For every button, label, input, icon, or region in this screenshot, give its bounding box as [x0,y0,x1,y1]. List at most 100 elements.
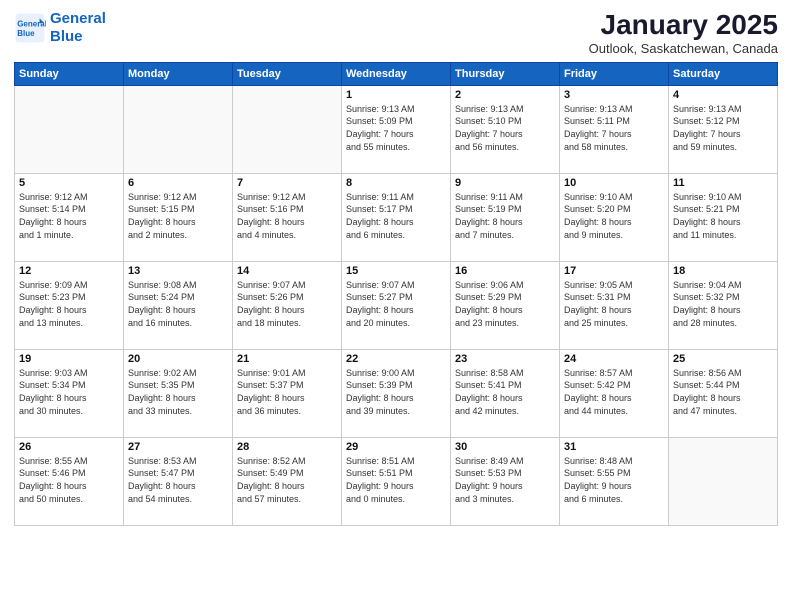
day-info: Sunrise: 8:57 AMSunset: 5:42 PMDaylight:… [564,367,664,417]
calendar-cell [124,85,233,173]
day-info: Sunrise: 9:10 AMSunset: 5:20 PMDaylight:… [564,191,664,241]
day-info: Sunrise: 9:10 AMSunset: 5:21 PMDaylight:… [673,191,773,241]
day-info: Sunrise: 9:03 AMSunset: 5:34 PMDaylight:… [19,367,119,417]
day-number: 26 [19,441,119,453]
day-number: 5 [19,177,119,189]
day-number: 21 [237,353,337,365]
svg-text:Blue: Blue [17,29,35,38]
title-block: January 2025 Outlook, Saskatchewan, Cana… [589,10,778,56]
calendar-cell: 25 Sunrise: 8:56 AMSunset: 5:44 PMDayligh… [669,349,778,437]
weekday-header-thursday: Thursday [451,62,560,85]
day-number: 20 [128,353,228,365]
calendar-cell [15,85,124,173]
calendar-cell: 13 Sunrise: 9:08 AMSunset: 5:24 PMDayligh… [124,261,233,349]
day-number: 11 [673,177,773,189]
day-info: Sunrise: 9:09 AMSunset: 5:23 PMDaylight:… [19,279,119,329]
day-number: 24 [564,353,664,365]
logo-text: General Blue [50,10,106,46]
day-info: Sunrise: 9:13 AMSunset: 5:09 PMDaylight:… [346,103,446,153]
month-title: January 2025 [589,10,778,41]
calendar-cell: 14Sunrise: 9:07 AMSunset: 5:26 PMDayligh… [233,261,342,349]
calendar-cell [233,85,342,173]
calendar-cell: 7 Sunrise: 9:12 AMSunset: 5:16 PMDaylight… [233,173,342,261]
calendar-cell: 10 Sunrise: 9:10 AMSunset: 5:20 PMDayligh… [560,173,669,261]
day-number: 17 [564,265,664,277]
week-row-4: 26 Sunrise: 8:55 AMSunset: 5:46 PMDayligh… [15,437,778,525]
day-info: Sunrise: 8:53 AMSunset: 5:47 PMDaylight:… [128,455,228,505]
day-info: Sunrise: 8:48 AMSunset: 5:55 PMDaylight:… [564,455,664,505]
weekday-header-wednesday: Wednesday [342,62,451,85]
day-info: Sunrise: 9:01 AMSunset: 5:37 PMDaylight:… [237,367,337,417]
day-info: Sunrise: 9:12 AMSunset: 5:15 PMDaylight:… [128,191,228,241]
day-info: Sunrise: 9:13 AMSunset: 5:10 PMDaylight:… [455,103,555,153]
calendar-cell: 8Sunrise: 9:11 AMSunset: 5:17 PMDaylight… [342,173,451,261]
day-info: Sunrise: 9:13 AMSunset: 5:11 PMDaylight:… [564,103,664,153]
calendar-cell: 18Sunrise: 9:04 AMSunset: 5:32 PMDayligh… [669,261,778,349]
calendar-cell: 21 Sunrise: 9:01 AMSunset: 5:37 PMDayligh… [233,349,342,437]
day-info: Sunrise: 9:08 AMSunset: 5:24 PMDaylight:… [128,279,228,329]
week-row-2: 12 Sunrise: 9:09 AMSunset: 5:23 PMDayligh… [15,261,778,349]
day-info: Sunrise: 9:07 AMSunset: 5:27 PMDaylight:… [346,279,446,329]
location-subtitle: Outlook, Saskatchewan, Canada [589,41,778,56]
calendar-cell: 19 Sunrise: 9:03 AMSunset: 5:34 PMDayligh… [15,349,124,437]
week-row-3: 19 Sunrise: 9:03 AMSunset: 5:34 PMDayligh… [15,349,778,437]
calendar-cell: 20 Sunrise: 9:02 AMSunset: 5:35 PMDayligh… [124,349,233,437]
day-number: 14 [237,265,337,277]
day-info: Sunrise: 9:11 AMSunset: 5:19 PMDaylight:… [455,191,555,241]
calendar-cell: 4Sunrise: 9:13 AMSunset: 5:12 PMDaylight… [669,85,778,173]
logo: General Blue General Blue [14,10,106,46]
day-info: Sunrise: 9:06 AMSunset: 5:29 PMDaylight:… [455,279,555,329]
day-number: 31 [564,441,664,453]
day-number: 12 [19,265,119,277]
day-number: 30 [455,441,555,453]
day-info: Sunrise: 8:55 AMSunset: 5:46 PMDaylight:… [19,455,119,505]
weekday-header-saturday: Saturday [669,62,778,85]
day-info: Sunrise: 8:56 AMSunset: 5:44 PMDaylight:… [673,367,773,417]
day-number: 4 [673,89,773,101]
day-number: 10 [564,177,664,189]
calendar-cell: 29Sunrise: 8:51 AMSunset: 5:51 PMDayligh… [342,437,451,525]
calendar-cell: 24 Sunrise: 8:57 AMSunset: 5:42 PMDayligh… [560,349,669,437]
calendar-cell: 23 Sunrise: 8:58 AMSunset: 5:41 PMDayligh… [451,349,560,437]
day-info: Sunrise: 9:12 AMSunset: 5:14 PMDaylight:… [19,191,119,241]
calendar-cell: 26 Sunrise: 8:55 AMSunset: 5:46 PMDayligh… [15,437,124,525]
day-number: 16 [455,265,555,277]
weekday-header-friday: Friday [560,62,669,85]
weekday-header-tuesday: Tuesday [233,62,342,85]
day-info: Sunrise: 8:58 AMSunset: 5:41 PMDaylight:… [455,367,555,417]
calendar-cell: 30 Sunrise: 8:49 AMSunset: 5:53 PMDayligh… [451,437,560,525]
weekday-header-row: SundayMondayTuesdayWednesdayThursdayFrid… [15,62,778,85]
calendar-cell [669,437,778,525]
calendar-cell: 1 Sunrise: 9:13 AMSunset: 5:09 PMDaylight… [342,85,451,173]
page: General Blue General Blue January 2025 O… [0,0,792,612]
calendar-cell: 5 Sunrise: 9:12 AMSunset: 5:14 PMDaylight… [15,173,124,261]
calendar-cell: 17 Sunrise: 9:05 AMSunset: 5:31 PMDayligh… [560,261,669,349]
logo-icon: General Blue [14,12,46,44]
day-number: 28 [237,441,337,453]
weekday-header-monday: Monday [124,62,233,85]
calendar: SundayMondayTuesdayWednesdayThursdayFrid… [14,62,778,526]
day-number: 23 [455,353,555,365]
day-number: 19 [19,353,119,365]
day-info: Sunrise: 9:05 AMSunset: 5:31 PMDaylight:… [564,279,664,329]
calendar-cell: 31 Sunrise: 8:48 AMSunset: 5:55 PMDayligh… [560,437,669,525]
day-number: 27 [128,441,228,453]
calendar-cell: 2 Sunrise: 9:13 AMSunset: 5:10 PMDaylight… [451,85,560,173]
day-number: 1 [346,89,446,101]
calendar-cell: 27 Sunrise: 8:53 AMSunset: 5:47 PMDayligh… [124,437,233,525]
day-number: 13 [128,265,228,277]
day-number: 7 [237,177,337,189]
day-info: Sunrise: 9:02 AMSunset: 5:35 PMDaylight:… [128,367,228,417]
week-row-0: 1 Sunrise: 9:13 AMSunset: 5:09 PMDaylight… [15,85,778,173]
day-info: Sunrise: 9:04 AMSunset: 5:32 PMDaylight:… [673,279,773,329]
day-info: Sunrise: 9:12 AMSunset: 5:16 PMDaylight:… [237,191,337,241]
day-number: 8 [346,177,446,189]
header: General Blue General Blue January 2025 O… [14,10,778,56]
day-info: Sunrise: 8:49 AMSunset: 5:53 PMDaylight:… [455,455,555,505]
calendar-cell: 16 Sunrise: 9:06 AMSunset: 5:29 PMDayligh… [451,261,560,349]
day-number: 25 [673,353,773,365]
day-number: 22 [346,353,446,365]
day-info: Sunrise: 8:51 AMSunset: 5:51 PMDaylight:… [346,455,446,505]
day-number: 2 [455,89,555,101]
day-number: 3 [564,89,664,101]
